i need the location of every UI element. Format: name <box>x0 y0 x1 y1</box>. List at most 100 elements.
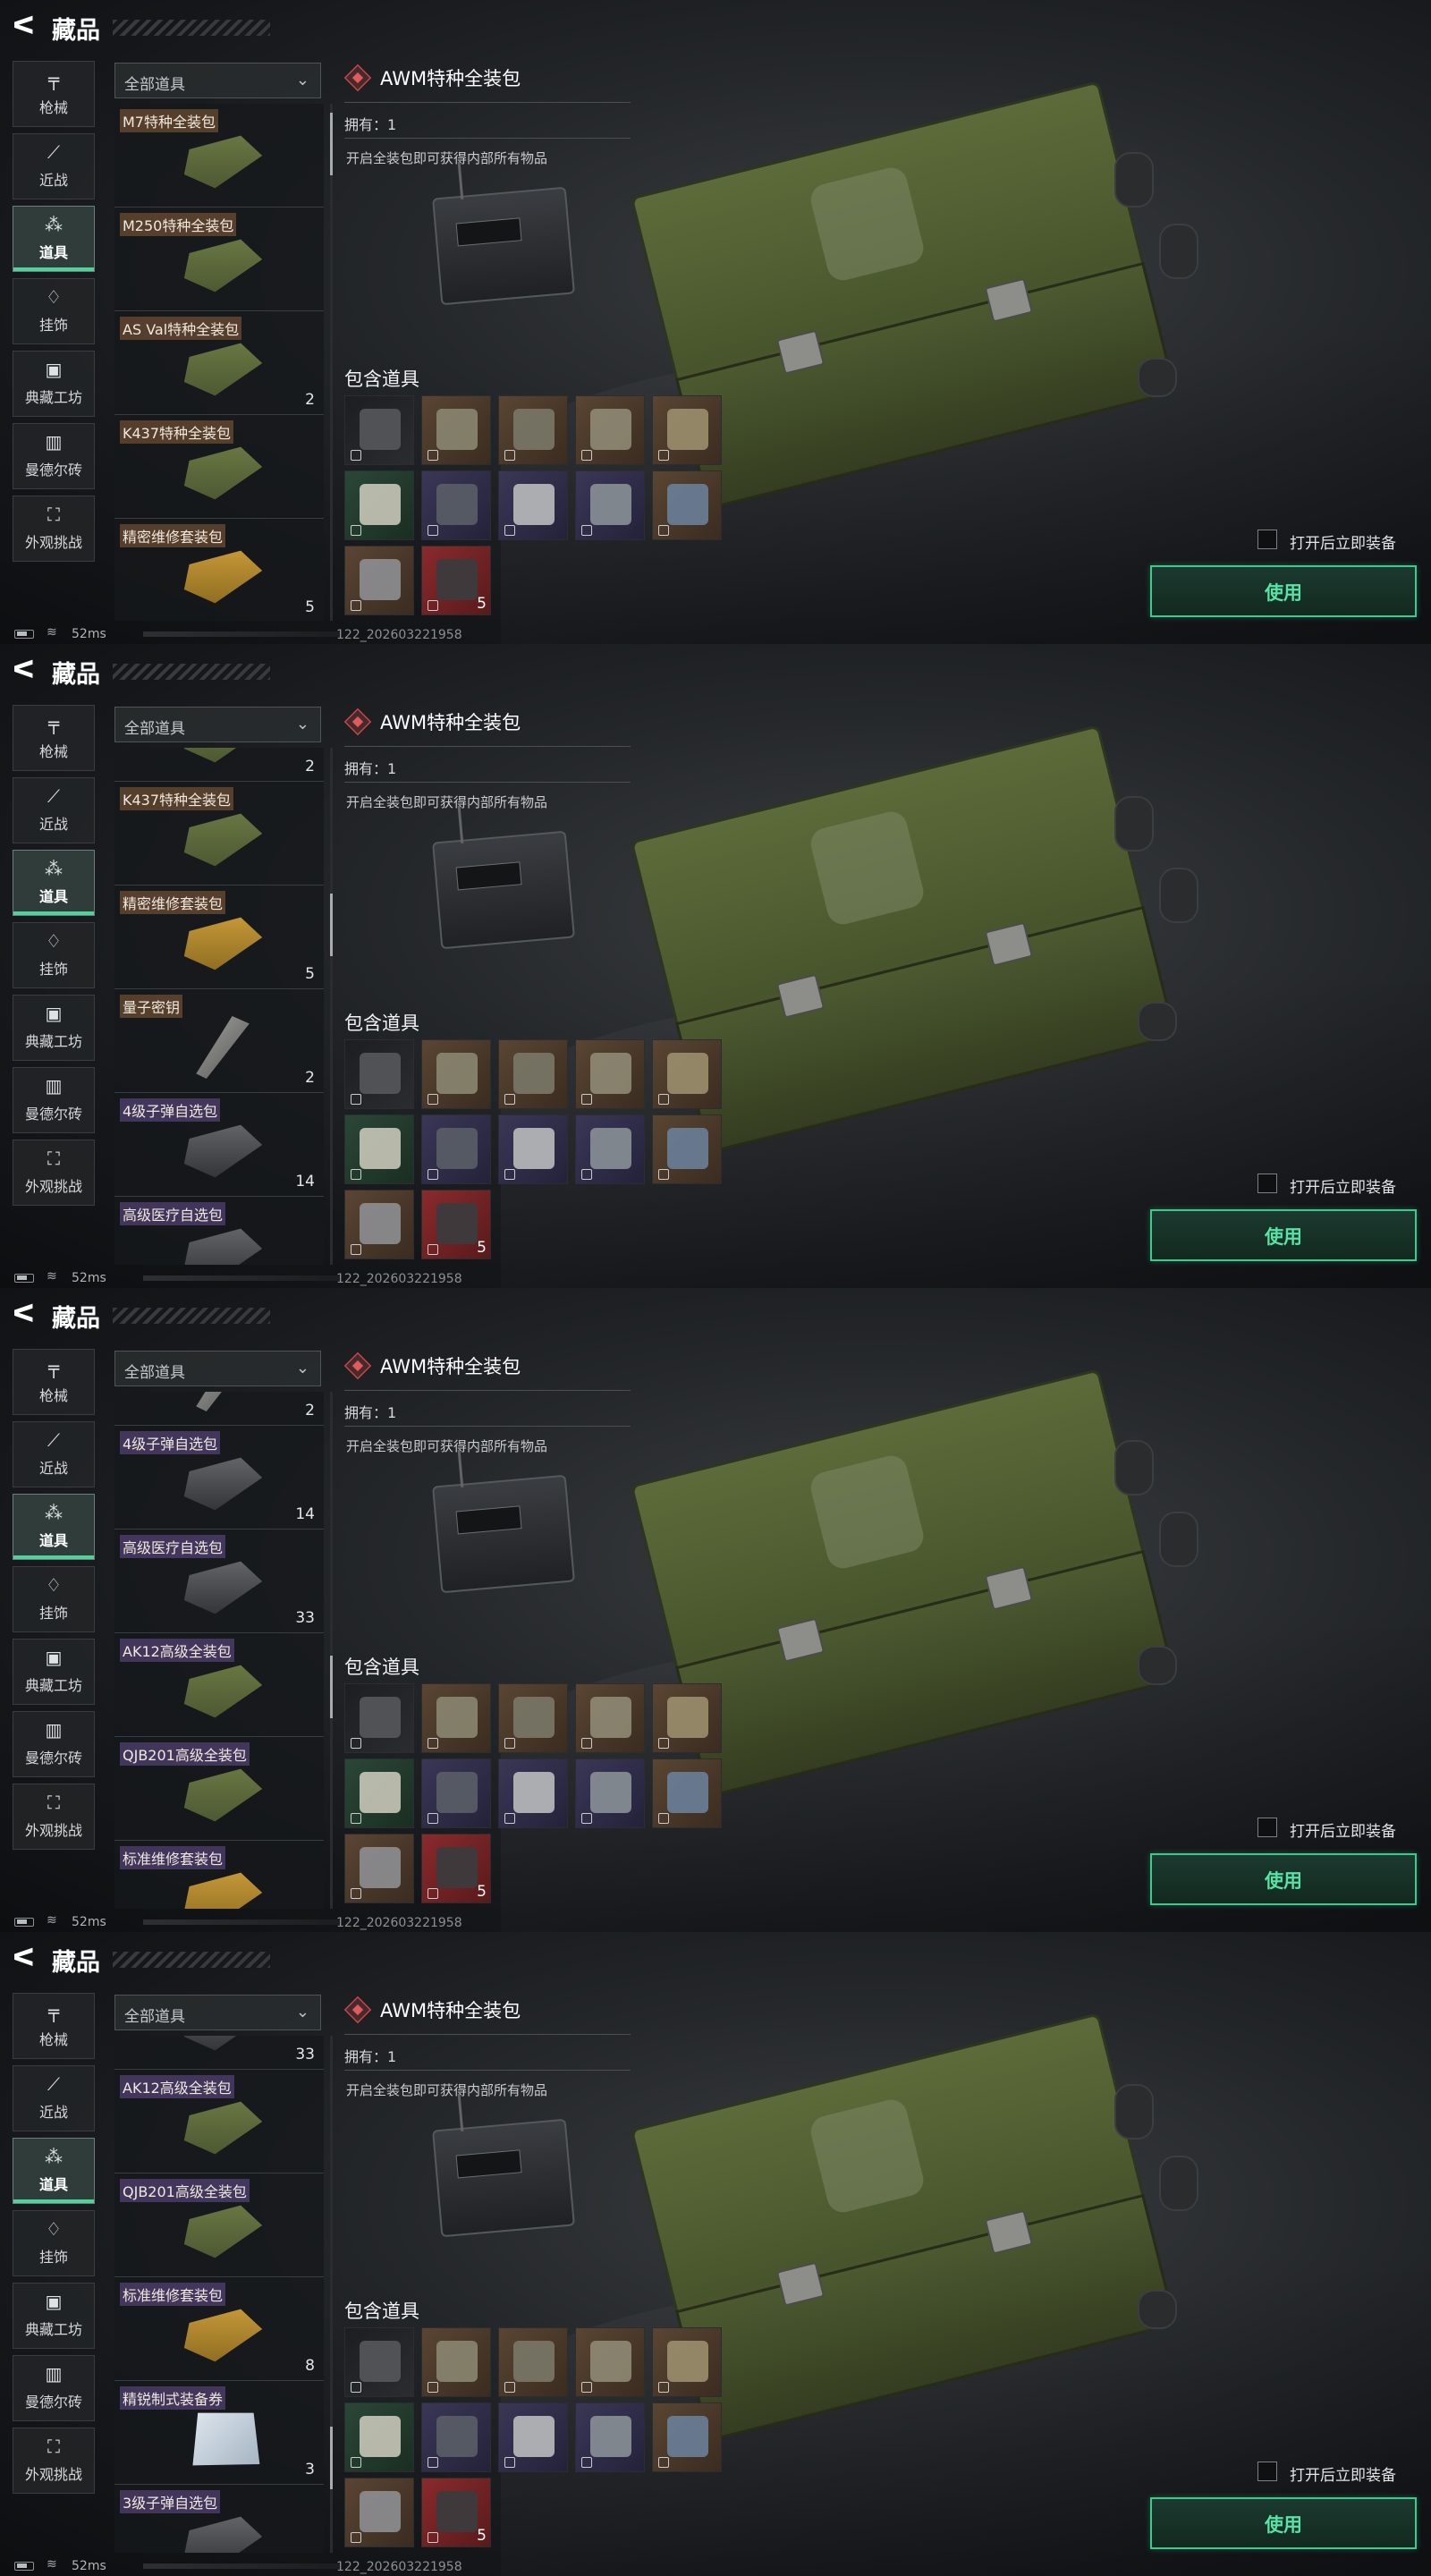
included-item-slot[interactable] <box>498 1683 568 1753</box>
list-item[interactable]: 33 <box>114 2036 324 2070</box>
item-list[interactable]: M7特种全装包 M250特种全装包 AS Val特种全装包 2 K437特种全装包 精密维… <box>114 104 324 621</box>
included-item-slot[interactable]: 5 <box>421 1834 491 1903</box>
auto-equip-checkbox[interactable] <box>1257 2462 1277 2481</box>
back-arrow-icon[interactable]: ᐸ <box>13 1301 39 1327</box>
included-item-slot[interactable] <box>344 1114 414 1184</box>
category-tab[interactable]: ♢ 挂饰 <box>13 1566 95 1632</box>
category-tab[interactable]: ⟋ 近战 <box>13 1421 95 1487</box>
included-item-slot[interactable] <box>652 1683 722 1753</box>
included-item-slot[interactable] <box>575 1039 645 1109</box>
included-item-slot[interactable] <box>652 470 722 540</box>
included-item-slot[interactable] <box>344 1683 414 1753</box>
included-item-slot[interactable] <box>421 2327 491 2397</box>
scroll-thumb[interactable] <box>330 113 333 176</box>
back-arrow-icon[interactable]: ᐸ <box>13 657 39 683</box>
list-item[interactable]: 高级医疗自选包 33 <box>114 1530 324 1633</box>
included-item-slot[interactable] <box>344 2327 414 2397</box>
item-list[interactable]: 2 K437特种全装包 精密维修套装包 5 量子密钥 2 4级子弹自选包 14 高级医疗自选包 <box>114 748 324 1265</box>
included-item-slot[interactable]: 5 <box>421 2478 491 2547</box>
included-item-slot[interactable] <box>498 395 568 465</box>
auto-equip-toggle[interactable]: 打开后立即装备 <box>1257 1818 1427 1841</box>
included-item-slot[interactable] <box>498 1758 568 1828</box>
use-button[interactable]: 使用 <box>1150 565 1417 617</box>
use-button[interactable]: 使用 <box>1150 1209 1417 1261</box>
included-item-slot[interactable] <box>421 2402 491 2472</box>
category-tab[interactable]: ♢ 挂饰 <box>13 278 95 344</box>
auto-equip-checkbox[interactable] <box>1257 1818 1277 1837</box>
included-item-slot[interactable] <box>575 2402 645 2472</box>
category-tab[interactable]: ╤ 枪械 <box>13 1349 95 1415</box>
list-scrollbar[interactable] <box>330 748 333 1265</box>
included-item-slot[interactable] <box>498 1039 568 1109</box>
filter-dropdown[interactable]: 全部道具 ⌄ <box>114 1351 321 1386</box>
list-item[interactable]: 2 <box>114 1392 324 1426</box>
category-tab[interactable]: ╤ 枪械 <box>13 1993 95 2059</box>
category-tab[interactable]: ▥ 曼德尔砖 <box>13 1711 95 1777</box>
list-item[interactable]: 量子密钥 2 <box>114 989 324 1093</box>
included-item-slot[interactable] <box>575 395 645 465</box>
category-tab[interactable]: ⁂ 道具 <box>13 1494 95 1560</box>
item-list[interactable]: 2 4级子弹自选包 14 高级医疗自选包 33 AK12高级全装包 QJB201高级全装包标… <box>114 1392 324 1909</box>
back-arrow-icon[interactable]: ᐸ <box>13 13 39 39</box>
auto-equip-toggle[interactable]: 打开后立即装备 <box>1257 2462 1427 2485</box>
included-item-slot[interactable] <box>498 470 568 540</box>
included-item-slot[interactable] <box>344 1758 414 1828</box>
included-item-slot[interactable] <box>575 2327 645 2397</box>
included-item-slot[interactable] <box>421 1114 491 1184</box>
use-button[interactable]: 使用 <box>1150 2497 1417 2549</box>
list-item[interactable]: 高级医疗自选包 <box>114 1197 324 1265</box>
list-item[interactable]: 标准维修套装包 8 <box>114 2277 324 2381</box>
included-item-slot[interactable] <box>498 1114 568 1184</box>
list-item[interactable]: 精锐制式装备券 3 <box>114 2381 324 2485</box>
included-item-slot[interactable] <box>652 2402 722 2472</box>
included-item-slot[interactable] <box>498 2327 568 2397</box>
category-tab[interactable]: ♢ 挂饰 <box>13 922 95 988</box>
included-item-slot[interactable] <box>575 1683 645 1753</box>
category-tab[interactable]: ⟋ 近战 <box>13 777 95 843</box>
list-item[interactable]: 4级子弹自选包 14 <box>114 1426 324 1530</box>
list-item[interactable]: 4级子弹自选包 14 <box>114 1093 324 1197</box>
category-tab[interactable]: ⛶ 外观挑战 <box>13 496 95 562</box>
list-item[interactable]: AS Val特种全装包 2 <box>114 311 324 415</box>
filter-dropdown[interactable]: 全部道具 ⌄ <box>114 63 321 98</box>
category-tab[interactable]: ╤ 枪械 <box>13 61 95 127</box>
included-item-slot[interactable] <box>575 1758 645 1828</box>
filter-dropdown[interactable]: 全部道具 ⌄ <box>114 1995 321 2030</box>
list-item[interactable]: QJB201高级全装包 <box>114 2174 324 2277</box>
category-tab[interactable]: ╤ 枪械 <box>13 705 95 771</box>
category-tab[interactable]: ♢ 挂饰 <box>13 2210 95 2276</box>
scroll-thumb[interactable] <box>330 893 333 956</box>
included-item-slot[interactable] <box>575 1114 645 1184</box>
category-tab[interactable]: ⟋ 近战 <box>13 133 95 199</box>
category-tab[interactable]: ▣ 典藏工坊 <box>13 995 95 1061</box>
category-tab[interactable]: ▥ 曼德尔砖 <box>13 1067 95 1133</box>
use-button[interactable]: 使用 <box>1150 1853 1417 1905</box>
list-item[interactable]: 精密维修套装包 5 <box>114 886 324 989</box>
included-item-slot[interactable] <box>344 2478 414 2547</box>
included-item-slot[interactable] <box>344 2402 414 2472</box>
category-tab[interactable]: ▥ 曼德尔砖 <box>13 423 95 489</box>
category-tab[interactable]: ⛶ 外观挑战 <box>13 1140 95 1206</box>
category-tab[interactable]: ⁂ 道具 <box>13 2138 95 2204</box>
category-tab[interactable]: ▣ 典藏工坊 <box>13 1639 95 1705</box>
category-tab[interactable]: ▥ 曼德尔砖 <box>13 2355 95 2421</box>
included-item-slot[interactable] <box>344 546 414 615</box>
auto-equip-toggle[interactable]: 打开后立即装备 <box>1257 530 1427 553</box>
included-item-slot[interactable] <box>652 1114 722 1184</box>
included-item-slot[interactable] <box>344 1190 414 1259</box>
auto-equip-toggle[interactable]: 打开后立即装备 <box>1257 1174 1427 1197</box>
included-item-slot[interactable] <box>652 1039 722 1109</box>
included-item-slot[interactable] <box>575 470 645 540</box>
included-item-slot[interactable] <box>421 1758 491 1828</box>
category-tab[interactable]: ▣ 典藏工坊 <box>13 2283 95 2349</box>
list-item[interactable]: 3级子弹自选包 <box>114 2485 324 2553</box>
included-item-slot[interactable] <box>421 470 491 540</box>
list-scrollbar[interactable] <box>330 1392 333 1909</box>
included-item-slot[interactable] <box>498 2402 568 2472</box>
included-item-slot[interactable]: 5 <box>421 546 491 615</box>
category-tab[interactable]: ⁂ 道具 <box>13 206 95 272</box>
included-item-slot[interactable]: 5 <box>421 1190 491 1259</box>
included-item-slot[interactable] <box>652 395 722 465</box>
list-item[interactable]: AK12高级全装包 <box>114 2070 324 2174</box>
category-tab[interactable]: ⁂ 道具 <box>13 850 95 916</box>
